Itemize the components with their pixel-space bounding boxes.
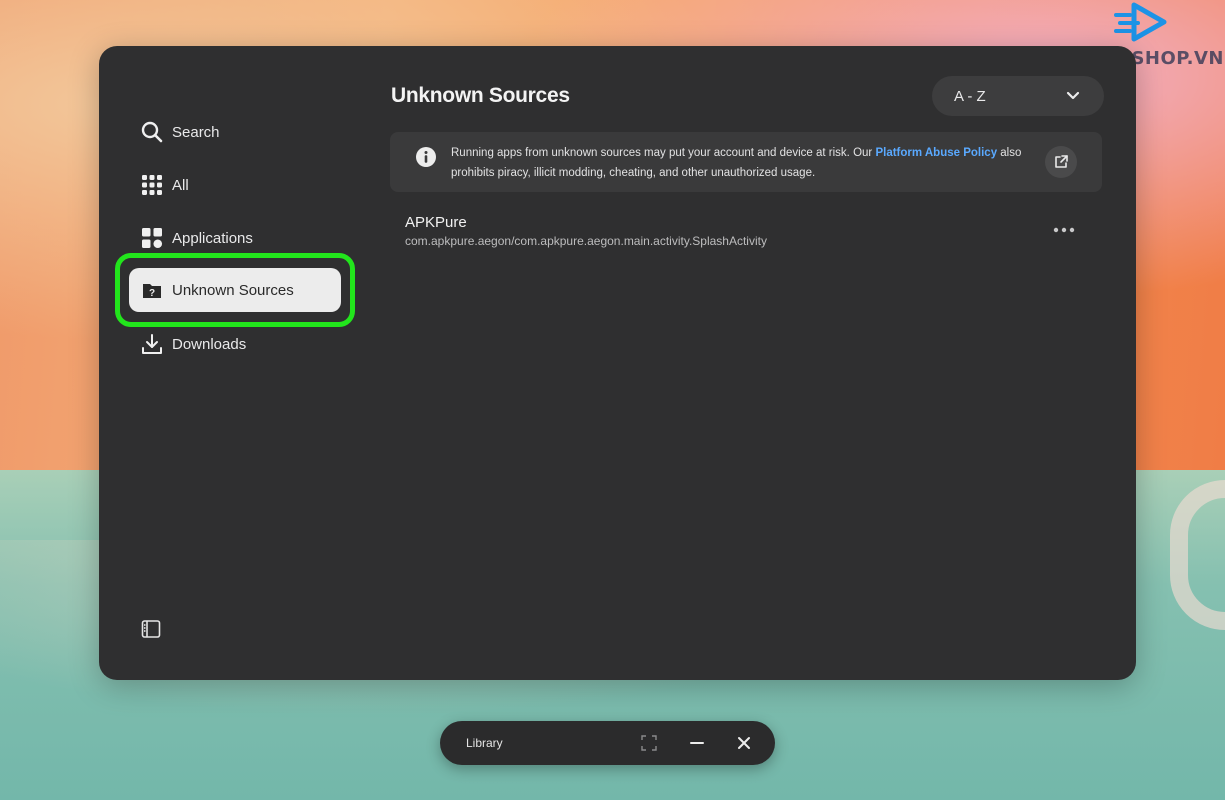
droidshop-logo-icon xyxy=(1114,2,1167,42)
window-taskbar: Library xyxy=(440,721,775,765)
sidebar-item-label: All xyxy=(172,176,189,194)
sidebar-item-label: Downloads xyxy=(172,335,247,353)
sidebar-item-unknown-sources[interactable]: ? Unknown Sources xyxy=(129,268,341,312)
app-package: com.apkpure.aegon/com.apkpure.aegon.main… xyxy=(405,234,767,248)
grid-icon xyxy=(141,174,163,196)
warning-text: Running apps from unknown sources may pu… xyxy=(451,147,876,159)
sidebar-item-downloads[interactable]: Downloads xyxy=(129,322,341,366)
warning-banner: Running apps from unknown sources may pu… xyxy=(390,132,1102,192)
taskbar-title: Library xyxy=(466,736,503,750)
sidebar-item-label: Applications xyxy=(172,229,253,247)
more-options-icon[interactable] xyxy=(1051,220,1077,240)
sidebar-item-all[interactable]: All xyxy=(129,163,341,207)
sidebar-toggle-icon[interactable] xyxy=(141,619,161,639)
app-name: APKPure xyxy=(405,214,467,231)
sidebar-item-search[interactable]: Search xyxy=(129,110,341,154)
unknown-source-icon: ? xyxy=(141,279,163,301)
search-icon xyxy=(141,121,163,143)
apps-icon xyxy=(141,227,163,249)
fullscreen-button[interactable] xyxy=(639,733,659,753)
sort-value: A - Z xyxy=(954,87,986,105)
close-button[interactable] xyxy=(734,733,754,753)
close-icon xyxy=(738,737,750,749)
platform-abuse-policy-link[interactable]: Platform Abuse Policy xyxy=(875,147,997,159)
download-icon xyxy=(141,333,163,355)
sidebar: Search All Applications ? Unknown Source… xyxy=(99,46,369,680)
minimize-icon xyxy=(690,742,704,744)
minimize-button[interactable] xyxy=(687,733,707,753)
expand-icon xyxy=(641,735,657,751)
sidebar-item-label: Search xyxy=(172,123,220,141)
library-window: Search All Applications ? Unknown Source… xyxy=(99,46,1136,680)
info-icon xyxy=(416,147,436,167)
list-item[interactable]: APKPure com.apkpure.aegon/com.apkpure.ae… xyxy=(405,214,1095,254)
svg-text:?: ? xyxy=(149,288,155,299)
warning-message: Running apps from unknown sources may pu… xyxy=(451,143,1041,183)
chevron-down-icon xyxy=(1066,91,1080,100)
page-title: Unknown Sources xyxy=(391,84,570,107)
sidebar-item-label: Unknown Sources xyxy=(172,281,294,299)
external-link-icon xyxy=(1055,155,1068,168)
sort-dropdown[interactable]: A - Z xyxy=(932,76,1104,116)
open-external-button[interactable] xyxy=(1045,146,1077,178)
